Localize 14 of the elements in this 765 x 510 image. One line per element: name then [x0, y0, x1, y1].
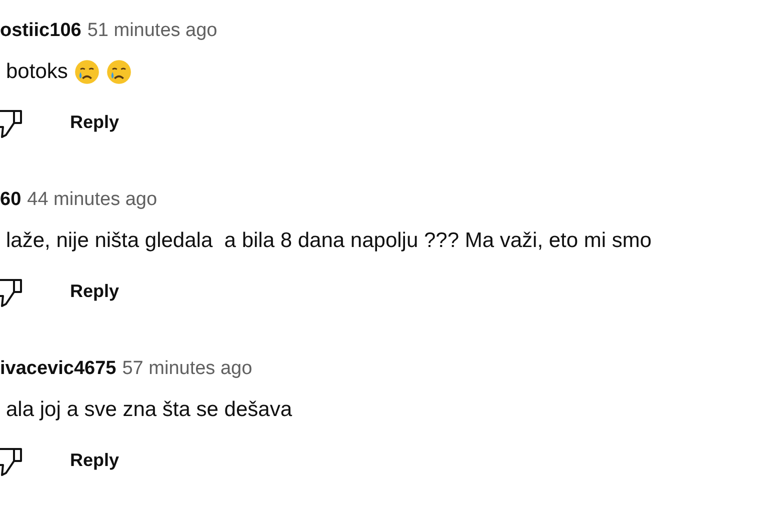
- comment-time: 51 minutes ago: [87, 20, 218, 42]
- comment-author[interactable]: ivacevic4675: [0, 358, 116, 380]
- reply-button[interactable]: Reply: [70, 444, 120, 477]
- comment-text: botoks: [6, 60, 68, 84]
- crying-face-icon: [106, 59, 132, 85]
- comment-time: 44 minutes ago: [27, 189, 158, 211]
- comment-text: laže, nije ništa gledala a bila 8 dana napolju ??? Ma važi, eto mi smo: [6, 229, 652, 253]
- comment-time: 57 minutes ago: [122, 358, 252, 380]
- comment-text: ala joj a sve zna šta se dešava: [6, 398, 292, 422]
- reply-button[interactable]: Reply: [70, 275, 120, 308]
- crying-face-icon: [74, 59, 100, 85]
- reply-button[interactable]: Reply: [70, 106, 120, 139]
- comment-author[interactable]: 60: [0, 189, 22, 211]
- comment-author[interactable]: ostiic106: [0, 20, 82, 42]
